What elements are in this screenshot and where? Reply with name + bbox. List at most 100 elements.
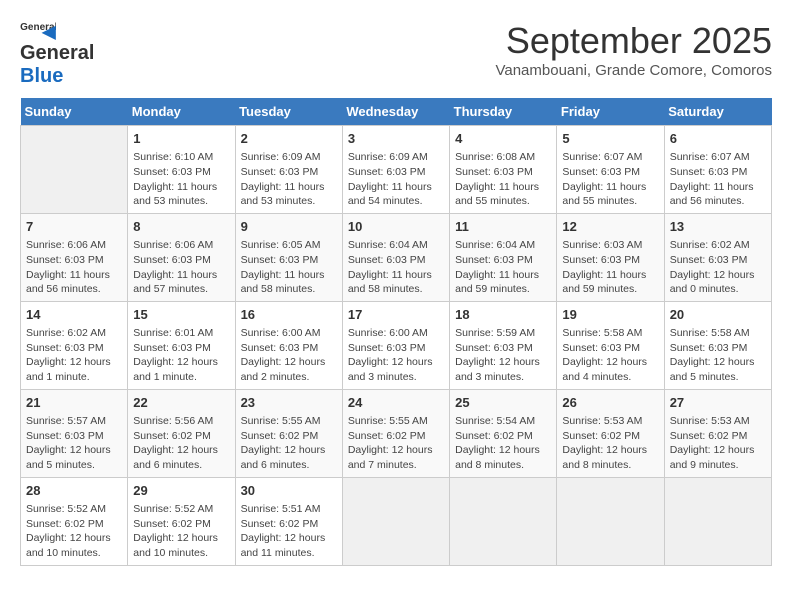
day-info: Sunrise: 5:59 AMSunset: 6:03 PMDaylight:…	[455, 326, 551, 385]
day-info: Sunrise: 6:02 AMSunset: 6:03 PMDaylight:…	[26, 326, 122, 385]
day-info: Sunrise: 6:08 AMSunset: 6:03 PMDaylight:…	[455, 150, 551, 209]
week-row-4: 28Sunrise: 5:52 AMSunset: 6:02 PMDayligh…	[21, 477, 772, 565]
header-sunday: Sunday	[21, 98, 128, 126]
calendar-cell: 19 Sunrise: 5:58 AMSunset: 6:03 PMDayligh…	[557, 301, 664, 389]
calendar-cell	[664, 477, 771, 565]
week-row-2: 14 Sunrise: 6:02 AMSunset: 6:03 PMDayligh…	[21, 301, 772, 389]
day-number: 1	[133, 130, 229, 148]
calendar-cell: 29Sunrise: 5:52 AMSunset: 6:02 PMDayligh…	[128, 477, 235, 565]
day-info: Sunrise: 6:00 AMSunset: 6:03 PMDaylight:…	[348, 326, 444, 385]
calendar-cell: 9 Sunrise: 6:05 AMSunset: 6:03 PMDaylight…	[235, 213, 342, 301]
day-info: Sunrise: 5:57 AMSunset: 6:03 PMDaylight:…	[26, 414, 122, 473]
header-thursday: Thursday	[450, 98, 557, 126]
calendar-cell: 23 Sunrise: 5:55 AMSunset: 6:02 PMDayligh…	[235, 389, 342, 477]
calendar-table: SundayMondayTuesdayWednesdayThursdayFrid…	[20, 98, 772, 566]
week-row-0: 1Sunrise: 6:10 AMSunset: 6:03 PMDaylight…	[21, 126, 772, 214]
day-number: 3	[348, 130, 444, 148]
day-number: 17	[348, 306, 444, 324]
header-friday: Friday	[557, 98, 664, 126]
day-number: 12	[562, 218, 658, 236]
month-title: September 2025	[495, 20, 772, 62]
day-number: 9	[241, 218, 337, 236]
day-number: 18	[455, 306, 551, 324]
calendar-cell: 7 Sunrise: 6:06 AMSunset: 6:03 PMDaylight…	[21, 213, 128, 301]
day-number: 27	[670, 394, 766, 412]
day-number: 5	[562, 130, 658, 148]
day-info: Sunrise: 5:58 AMSunset: 6:03 PMDaylight:…	[562, 326, 658, 385]
calendar-cell: 21 Sunrise: 5:57 AMSunset: 6:03 PMDayligh…	[21, 389, 128, 477]
calendar-cell: 25Sunrise: 5:54 AMSunset: 6:02 PMDayligh…	[450, 389, 557, 477]
day-number: 7	[26, 218, 122, 236]
day-number: 29	[133, 482, 229, 500]
calendar-cell: 4 Sunrise: 6:08 AMSunset: 6:03 PMDaylight…	[450, 126, 557, 214]
day-number: 19	[562, 306, 658, 324]
calendar-cell	[21, 126, 128, 214]
day-info: Sunrise: 6:04 AMSunset: 6:03 PMDaylight:…	[348, 238, 444, 297]
location-subtitle: Vanambouani, Grande Comore, Comoros	[495, 62, 772, 79]
calendar-cell: 24Sunrise: 5:55 AMSunset: 6:02 PMDayligh…	[342, 389, 449, 477]
calendar-cell: 14 Sunrise: 6:02 AMSunset: 6:03 PMDayligh…	[21, 301, 128, 389]
day-info: Sunrise: 5:56 AMSunset: 6:02 PMDaylight:…	[133, 414, 229, 473]
header-tuesday: Tuesday	[235, 98, 342, 126]
day-info: Sunrise: 5:55 AMSunset: 6:02 PMDaylight:…	[241, 414, 337, 473]
calendar-cell: 22 Sunrise: 5:56 AMSunset: 6:02 PMDayligh…	[128, 389, 235, 477]
week-row-1: 7 Sunrise: 6:06 AMSunset: 6:03 PMDaylight…	[21, 213, 772, 301]
day-info: Sunrise: 6:00 AMSunset: 6:03 PMDaylight:…	[241, 326, 337, 385]
day-info: Sunrise: 5:53 AMSunset: 6:02 PMDaylight:…	[670, 414, 766, 473]
calendar-cell: 27 Sunrise: 5:53 AMSunset: 6:02 PMDayligh…	[664, 389, 771, 477]
day-info: Sunrise: 6:03 AMSunset: 6:03 PMDaylight:…	[562, 238, 658, 297]
day-number: 14	[26, 306, 122, 324]
day-number: 22	[133, 394, 229, 412]
calendar-cell	[450, 477, 557, 565]
day-number: 2	[241, 130, 337, 148]
title-section: September 2025 Vanambouani, Grande Comor…	[495, 20, 772, 79]
day-info: Sunrise: 6:07 AMSunset: 6:03 PMDaylight:…	[562, 150, 658, 209]
logo: General General Blue	[20, 20, 94, 88]
day-number: 26	[562, 394, 658, 412]
day-info: Sunrise: 6:02 AMSunset: 6:03 PMDaylight:…	[670, 238, 766, 297]
day-number: 20	[670, 306, 766, 324]
day-number: 30	[241, 482, 337, 500]
page-header: General General Blue September 2025 Vana…	[20, 20, 772, 88]
calendar-cell: 18 Sunrise: 5:59 AMSunset: 6:03 PMDayligh…	[450, 301, 557, 389]
calendar-cell: 11 Sunrise: 6:04 AMSunset: 6:03 PMDayligh…	[450, 213, 557, 301]
calendar-cell: 12 Sunrise: 6:03 AMSunset: 6:03 PMDayligh…	[557, 213, 664, 301]
calendar-cell: 16 Sunrise: 6:00 AMSunset: 6:03 PMDayligh…	[235, 301, 342, 389]
day-number: 10	[348, 218, 444, 236]
day-number: 16	[241, 306, 337, 324]
day-info: Sunrise: 6:04 AMSunset: 6:03 PMDaylight:…	[455, 238, 551, 297]
logo-blue: Blue	[20, 65, 63, 87]
day-info: Sunrise: 5:55 AMSunset: 6:02 PMDaylight:…	[348, 414, 444, 473]
day-info: Sunrise: 5:52 AMSunset: 6:02 PMDaylight:…	[26, 502, 122, 561]
day-number: 13	[670, 218, 766, 236]
calendar-cell: 8 Sunrise: 6:06 AMSunset: 6:03 PMDaylight…	[128, 213, 235, 301]
calendar-cell	[557, 477, 664, 565]
day-info: Sunrise: 6:01 AMSunset: 6:03 PMDaylight:…	[133, 326, 229, 385]
calendar-cell: 15Sunrise: 6:01 AMSunset: 6:03 PMDayligh…	[128, 301, 235, 389]
calendar-cell: 5 Sunrise: 6:07 AMSunset: 6:03 PMDaylight…	[557, 126, 664, 214]
header-saturday: Saturday	[664, 98, 771, 126]
header-monday: Monday	[128, 98, 235, 126]
week-row-3: 21 Sunrise: 5:57 AMSunset: 6:03 PMDayligh…	[21, 389, 772, 477]
calendar-cell: 26 Sunrise: 5:53 AMSunset: 6:02 PMDayligh…	[557, 389, 664, 477]
day-number: 6	[670, 130, 766, 148]
day-info: Sunrise: 6:07 AMSunset: 6:03 PMDaylight:…	[670, 150, 766, 209]
day-number: 21	[26, 394, 122, 412]
day-info: Sunrise: 6:09 AMSunset: 6:03 PMDaylight:…	[241, 150, 337, 209]
calendar-cell: 17 Sunrise: 6:00 AMSunset: 6:03 PMDayligh…	[342, 301, 449, 389]
day-info: Sunrise: 5:53 AMSunset: 6:02 PMDaylight:…	[562, 414, 658, 473]
header-row: SundayMondayTuesdayWednesdayThursdayFrid…	[21, 98, 772, 126]
calendar-cell: 2 Sunrise: 6:09 AMSunset: 6:03 PMDaylight…	[235, 126, 342, 214]
day-info: Sunrise: 6:06 AMSunset: 6:03 PMDaylight:…	[26, 238, 122, 297]
calendar-cell: 10 Sunrise: 6:04 AMSunset: 6:03 PMDayligh…	[342, 213, 449, 301]
calendar-body: 1Sunrise: 6:10 AMSunset: 6:03 PMDaylight…	[21, 126, 772, 566]
day-number: 23	[241, 394, 337, 412]
day-info: Sunrise: 6:09 AMSunset: 6:03 PMDaylight:…	[348, 150, 444, 209]
header-wednesday: Wednesday	[342, 98, 449, 126]
day-number: 11	[455, 218, 551, 236]
day-number: 4	[455, 130, 551, 148]
calendar-cell: 3 Sunrise: 6:09 AMSunset: 6:03 PMDaylight…	[342, 126, 449, 214]
day-number: 8	[133, 218, 229, 236]
day-info: Sunrise: 6:06 AMSunset: 6:03 PMDaylight:…	[133, 238, 229, 297]
day-info: Sunrise: 6:05 AMSunset: 6:03 PMDaylight:…	[241, 238, 337, 297]
